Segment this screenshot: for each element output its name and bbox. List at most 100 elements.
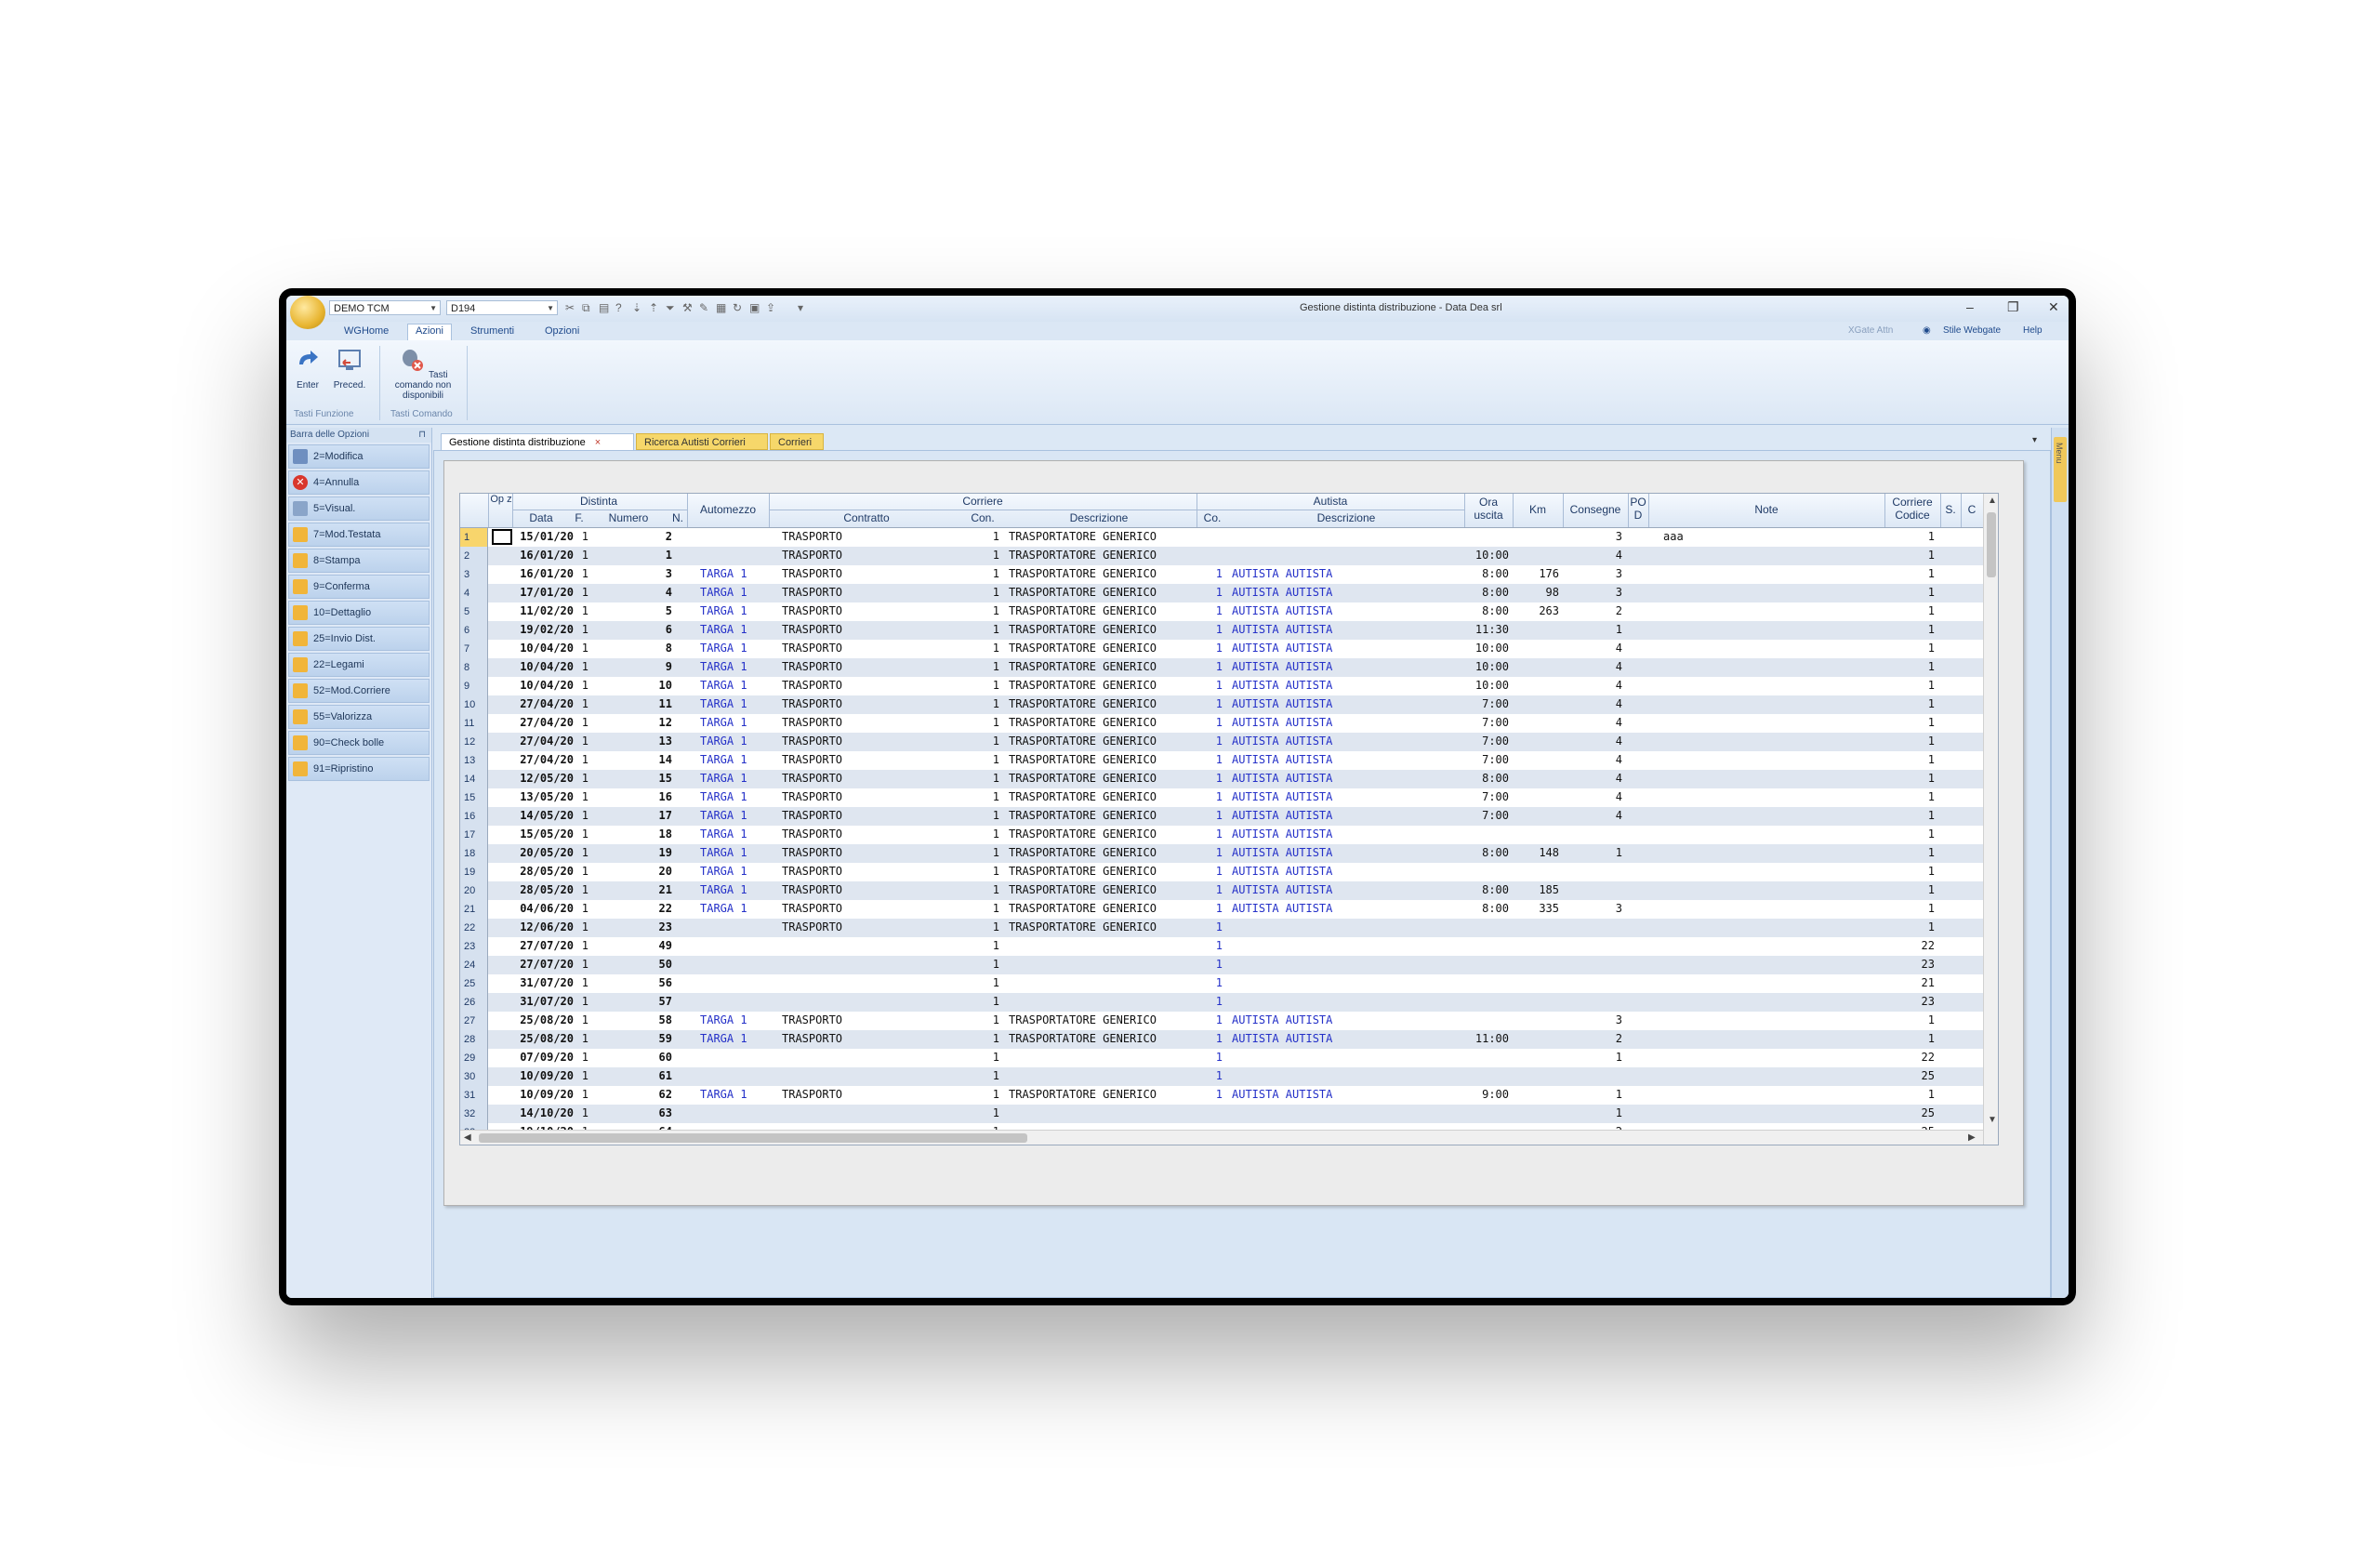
tab-gestione-distinta[interactable]: Gestione distinta distribuzione × [441,433,634,450]
app-orb-icon[interactable] [290,296,325,329]
tab-azioni[interactable]: Azioni [407,324,452,340]
option-dettaglio[interactable]: 10=Dettaglio [288,601,430,625]
table-row[interactable]: 10 27/04/20 1 11 TARGA 1 TRASPORTO 1 TRASPORTAT… [460,695,1998,714]
table-row[interactable]: 17 15/05/20 1 18 TARGA 1 TRASPORTO 1 TRASPORTAT… [460,826,1998,844]
table-row[interactable]: 4 17/01/20 1 4 TARGA 1 TRASPORTO 1 TRASPORTATOR… [460,584,1998,602]
table-row[interactable]: 28 25/08/20 1 59 TARGA 1 TRASPORTO 1 TRASPORTAT… [460,1030,1998,1049]
copy-icon[interactable]: ⧉ [582,301,590,315]
table-row[interactable]: 18 20/05/20 1 19 TARGA 1 TRASPORTO 1 TRASPORTAT… [460,844,1998,863]
row-number[interactable]: 32 [460,1105,488,1123]
table-row[interactable]: 23 27/07/20 1 49 1 1 22 [460,937,1998,956]
op-cell[interactable] [492,975,512,991]
table-row[interactable]: 15 13/05/20 1 16 TARGA 1 TRASPORTO 1 TRASPORTAT… [460,788,1998,807]
row-number[interactable]: 31 [460,1086,488,1105]
row-number[interactable]: 3 [460,565,488,584]
row-number[interactable]: 9 [460,677,488,695]
table-row[interactable]: 5 11/02/20 1 5 TARGA 1 TRASPORTO 1 TRASPORTATOR… [460,602,1998,621]
edit-icon[interactable]: ✎ [699,301,708,314]
header-note[interactable]: Note [1648,503,1884,516]
header-numero[interactable]: Numero [588,511,668,524]
style-webgate-button[interactable]: Stile Webgate [1943,325,2001,336]
tab-corrieri[interactable]: Corrieri [770,433,824,450]
op-cell[interactable] [492,715,512,731]
header-pod[interactable]: PO D [1628,496,1648,522]
op-cell[interactable] [492,1050,512,1066]
option-mod-testata[interactable]: 7=Mod.Testata [288,523,430,547]
op-cell[interactable] [492,1068,512,1084]
row-number[interactable]: 10 [460,695,488,714]
op-cell[interactable] [492,566,512,582]
op-cell[interactable] [492,659,512,675]
minimize-button[interactable]: – [1966,299,1974,314]
op-cell[interactable] [492,1087,512,1103]
op-cell[interactable] [492,827,512,842]
scroll-up-icon[interactable]: ▲ [1988,496,1997,506]
scroll-left-icon[interactable]: ◀ [464,1132,471,1143]
row-number[interactable]: 14 [460,770,488,788]
header-descrizione-autista[interactable]: Descrizione [1228,511,1464,524]
grid-icon[interactable]: ▦ [716,301,726,314]
distinte-grid[interactable]: Op z Distinta Data F. Numero N. Automezz… [459,493,1999,1145]
scroll-down-icon[interactable]: ▼ [1988,1115,1997,1125]
row-number[interactable]: 24 [460,956,488,974]
op-cell[interactable] [492,864,512,880]
table-row[interactable]: 24 27/07/20 1 50 1 1 23 [460,956,1998,974]
vertical-scroll-thumb[interactable] [1987,512,1996,577]
header-f[interactable]: F. [570,511,588,524]
table-row[interactable]: 9 10/04/20 1 10 TARGA 1 TRASPORTO 1 TRASPORTATO… [460,677,1998,695]
sort-down-icon[interactable]: ⇣ [632,301,641,314]
op-cell[interactable] [492,603,512,619]
option-visual[interactable]: 5=Visual. [288,496,430,521]
header-co[interactable]: Co. [1197,511,1228,524]
op-cell[interactable] [492,752,512,768]
op-cell[interactable] [492,529,512,545]
header-data[interactable]: Data [512,511,570,524]
table-row[interactable]: 25 31/07/20 1 56 1 1 21 [460,974,1998,993]
row-number[interactable]: 25 [460,974,488,993]
row-number[interactable]: 16 [460,807,488,826]
op-cell[interactable] [492,641,512,656]
row-number[interactable]: 29 [460,1049,488,1067]
customize-toolbar-icon[interactable]: ▾ [798,301,803,314]
table-row[interactable]: 27 25/08/20 1 58 TARGA 1 TRASPORTO 1 TRASPORTAT… [460,1012,1998,1030]
tabs-dropdown-icon[interactable]: ▾ [2032,435,2037,445]
row-number[interactable]: 23 [460,937,488,956]
row-number[interactable]: 30 [460,1067,488,1086]
header-km[interactable]: Km [1513,503,1563,516]
tools-icon[interactable]: ⚒ [682,301,693,314]
previous-button[interactable]: Preced. [331,348,368,391]
op-cell[interactable] [492,734,512,749]
row-number[interactable]: 4 [460,584,488,602]
header-automezzo[interactable]: Automezzo [687,503,769,516]
company-combo[interactable]: DEMO TCM ▼ [329,300,441,315]
option-mod-corriere[interactable]: 52=Mod.Corriere [288,679,430,703]
close-tab-icon[interactable]: × [595,437,601,448]
help-query-icon[interactable]: ? [615,301,622,314]
table-row[interactable]: 2 16/01/20 1 1 TRASPORTO 1 TRASPORTATORE GENER… [460,547,1998,565]
option-stampa[interactable]: 8=Stampa [288,549,430,573]
row-number[interactable]: 5 [460,602,488,621]
cut-icon[interactable]: ✂ [565,301,575,314]
table-row[interactable]: 22 12/06/20 1 23 TRASPORTO 1 TRASPORTATORE GEN… [460,919,1998,937]
option-valorizza[interactable]: 55=Valorizza [288,705,430,729]
op-cell[interactable] [492,1105,512,1121]
vertical-scrollbar[interactable]: ▲ ▼ [1983,494,1998,1145]
horizontal-scrollbar[interactable]: ◀ ▶ [460,1130,1983,1145]
row-number[interactable]: 15 [460,788,488,807]
op-cell[interactable] [492,957,512,973]
header-op[interactable]: Op z [490,494,512,505]
option-legami[interactable]: 22=Legami [288,653,430,677]
header-consegne[interactable]: Consegne [1563,503,1628,516]
table-row[interactable]: 14 12/05/20 1 15 TARGA 1 TRASPORTO 1 TRASPORTAT… [460,770,1998,788]
header-contratto[interactable]: Contratto [769,511,964,524]
table-row[interactable]: 26 31/07/20 1 57 1 1 23 [460,993,1998,1012]
op-cell[interactable] [492,585,512,601]
op-cell[interactable] [492,789,512,805]
option-annulla[interactable]: ✕ 4=Annulla [288,470,430,495]
tab-strumenti[interactable]: Strumenti [463,324,522,340]
table-row[interactable]: 11 27/04/20 1 12 TARGA 1 TRASPORTO 1 TRASPORTAT… [460,714,1998,733]
header-s[interactable]: S. [1940,503,1961,516]
row-number[interactable]: 28 [460,1030,488,1049]
table-row[interactable]: 19 28/05/20 1 20 TARGA 1 TRASPORTO 1 TRASPORTAT… [460,863,1998,881]
option-invio-dist[interactable]: 25=Invio Dist. [288,627,430,651]
